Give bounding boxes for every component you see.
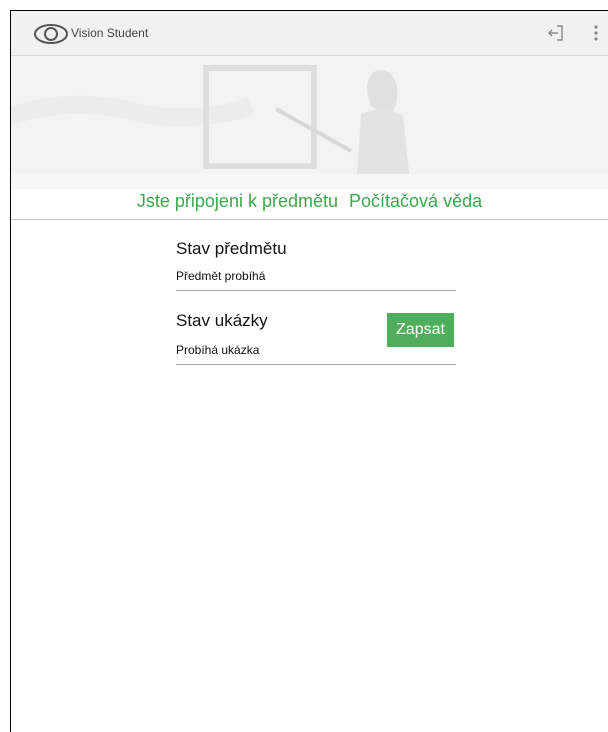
more-vert-icon[interactable] <box>594 24 598 42</box>
connection-text: Jste připojeni k předmětu <box>136 191 338 211</box>
top-app-bar: Vision Student <box>11 11 608 56</box>
demo-status-section: Stav ukázky Probíhá ukázka Zapsat <box>176 311 456 365</box>
demo-status-value: Probíhá ukázka <box>176 343 260 357</box>
course-name: Počítačová věda <box>349 191 483 211</box>
exit-icon[interactable] <box>548 25 564 41</box>
course-status-section: Stav předmětu Předmět probíhá <box>176 239 456 291</box>
eye-icon <box>34 24 68 44</box>
zapsat-button[interactable]: Zapsat <box>387 313 454 347</box>
banner-illustration <box>11 56 608 189</box>
connection-banner: Jste připojeni k předmětu Počítačová věd… <box>11 191 608 212</box>
app-title: Vision Student <box>71 26 149 40</box>
demo-status-title: Stav ukázky <box>176 311 268 330</box>
divider <box>11 219 608 220</box>
course-status-value: Předmět probíhá <box>176 269 266 283</box>
app-frame: Vision Student Jste připojeni k předmětu… <box>10 10 608 732</box>
teacher-illustration <box>11 56 608 189</box>
course-status-title: Stav předmětu <box>176 239 287 258</box>
